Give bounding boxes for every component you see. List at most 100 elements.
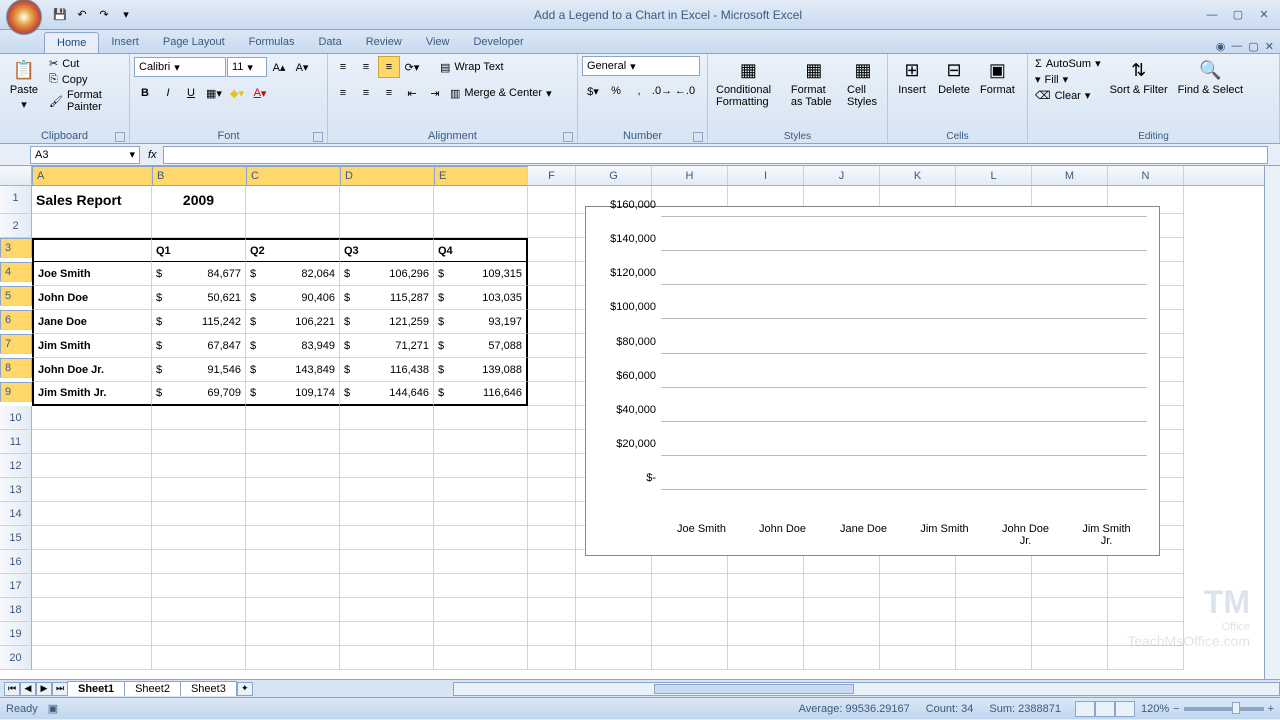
cell[interactable] [880, 622, 956, 646]
horizontal-scrollbar[interactable] [453, 682, 1280, 696]
close-button[interactable]: ✕ [1252, 6, 1276, 24]
cell[interactable] [528, 262, 576, 286]
tab-view[interactable]: View [414, 32, 462, 53]
cell[interactable]: $90,406 [246, 286, 340, 310]
cell[interactable] [152, 574, 246, 598]
cell[interactable] [340, 214, 434, 238]
cell[interactable] [152, 598, 246, 622]
cell[interactable] [956, 622, 1032, 646]
cell[interactable] [528, 574, 576, 598]
align-center-icon[interactable]: ≡ [355, 82, 377, 104]
cell[interactable]: $57,088 [434, 334, 528, 358]
cell[interactable] [340, 622, 434, 646]
cell[interactable] [434, 214, 528, 238]
cell[interactable]: $143,849 [246, 358, 340, 382]
clipboard-launcher[interactable] [115, 132, 125, 142]
cell[interactable] [340, 550, 434, 574]
cell[interactable]: $69,709 [152, 382, 246, 406]
cell[interactable] [956, 574, 1032, 598]
cell[interactable] [528, 646, 576, 670]
cell[interactable]: Jim Smith [32, 334, 152, 358]
row-header[interactable]: 9 [0, 382, 32, 402]
increase-decimal-icon[interactable]: .0→ [651, 80, 673, 102]
cell[interactable] [956, 598, 1032, 622]
zoom-control[interactable]: 120% − + [1141, 703, 1274, 715]
cell[interactable] [246, 574, 340, 598]
row-header[interactable]: 13 [0, 478, 32, 502]
fx-icon[interactable]: fx [148, 149, 157, 161]
conditional-formatting-button[interactable]: ▦Conditional Formatting [712, 56, 785, 110]
tab-formulas[interactable]: Formulas [237, 32, 307, 53]
cell[interactable] [956, 646, 1032, 670]
cell[interactable] [434, 526, 528, 550]
minimize-button[interactable]: — [1200, 6, 1224, 24]
align-middle-icon[interactable]: ≡ [355, 56, 377, 78]
row-header[interactable]: 8 [0, 358, 32, 378]
copy-button[interactable]: ⎘ Copy [46, 72, 125, 87]
cell[interactable]: $115,287 [340, 286, 434, 310]
cell[interactable] [32, 214, 152, 238]
column-header[interactable]: I [728, 166, 804, 185]
row-header[interactable]: 4 [0, 262, 32, 282]
cell[interactable] [246, 526, 340, 550]
cell[interactable] [32, 454, 152, 478]
cell[interactable] [246, 622, 340, 646]
cell[interactable] [528, 478, 576, 502]
cell[interactable] [528, 406, 576, 430]
sheet-nav-prev[interactable]: ◀ [20, 682, 36, 696]
sheet-nav-next[interactable]: ▶ [36, 682, 52, 696]
cell[interactable] [434, 430, 528, 454]
align-right-icon[interactable]: ≡ [378, 82, 400, 104]
cell[interactable] [152, 214, 246, 238]
cell[interactable] [246, 406, 340, 430]
cell[interactable] [32, 574, 152, 598]
name-box[interactable]: A3▾ [30, 146, 140, 164]
cell[interactable] [152, 646, 246, 670]
cell[interactable] [804, 622, 880, 646]
cell[interactable] [246, 478, 340, 502]
cell[interactable] [528, 358, 576, 382]
tab-insert[interactable]: Insert [99, 32, 151, 53]
cell[interactable] [804, 574, 880, 598]
cell[interactable] [576, 574, 652, 598]
column-header[interactable]: H [652, 166, 728, 185]
cell[interactable] [32, 550, 152, 574]
row-header[interactable]: 2 [0, 214, 32, 238]
merge-center-button[interactable]: ▥ Merge & Center ▾ [447, 86, 555, 101]
row-header[interactable]: 19 [0, 622, 32, 646]
row-header[interactable]: 5 [0, 286, 32, 306]
tab-developer[interactable]: Developer [461, 32, 535, 53]
cell[interactable] [528, 430, 576, 454]
sheet-tab[interactable]: Sheet1 [67, 681, 125, 696]
view-layout-button[interactable] [1095, 701, 1115, 717]
cell[interactable]: $109,174 [246, 382, 340, 406]
cell[interactable] [340, 574, 434, 598]
tab-page-layout[interactable]: Page Layout [151, 32, 237, 53]
cell[interactable] [434, 406, 528, 430]
doc-minimize-icon[interactable]: — [1231, 40, 1242, 53]
cell[interactable] [528, 622, 576, 646]
cell[interactable] [1108, 646, 1184, 670]
cell[interactable] [246, 598, 340, 622]
cell[interactable] [528, 238, 576, 262]
cell[interactable] [434, 502, 528, 526]
cell[interactable]: $106,221 [246, 310, 340, 334]
increase-indent-icon[interactable]: ⇥ [424, 82, 446, 104]
worksheet-grid[interactable]: ABCDEFGHIJKLMN 1Sales Report200923Q1Q2Q3… [0, 166, 1280, 679]
cell[interactable] [152, 526, 246, 550]
cell[interactable] [246, 550, 340, 574]
row-header[interactable]: 7 [0, 334, 32, 354]
cell-styles-button[interactable]: ▦Cell Styles [843, 56, 883, 110]
cell[interactable] [434, 478, 528, 502]
cell[interactable]: $139,088 [434, 358, 528, 382]
cell[interactable] [246, 214, 340, 238]
cell[interactable] [32, 646, 152, 670]
cell[interactable] [652, 574, 728, 598]
font-size-select[interactable]: 11▾ [227, 57, 267, 77]
cell[interactable] [152, 478, 246, 502]
cell[interactable] [528, 286, 576, 310]
tab-review[interactable]: Review [354, 32, 414, 53]
fill-button[interactable]: ▾ Fill ▾ [1032, 72, 1104, 87]
cell[interactable] [1032, 622, 1108, 646]
cell[interactable] [32, 526, 152, 550]
